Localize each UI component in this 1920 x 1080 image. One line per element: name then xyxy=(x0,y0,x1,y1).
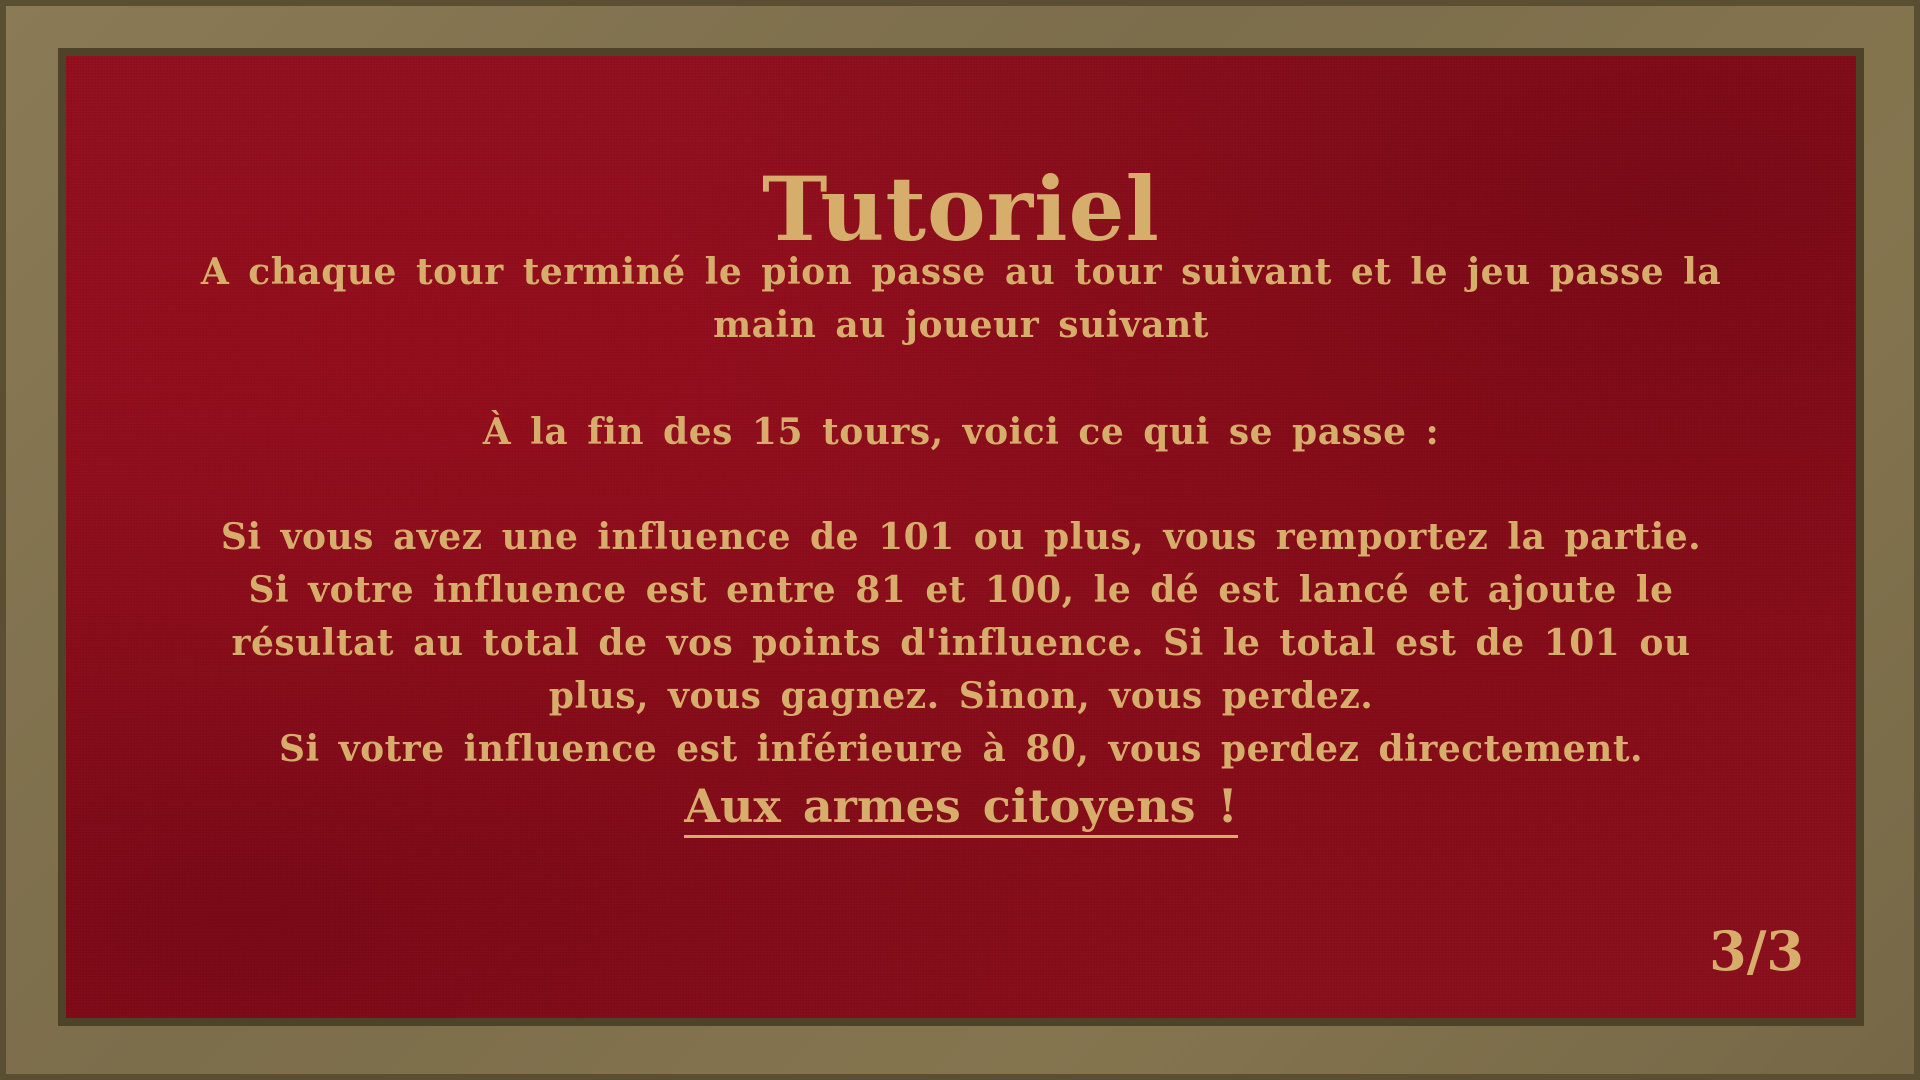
rule-lose-text: Si votre influence est inférieure à 80, … xyxy=(278,728,1644,770)
rule-dice-text: Si votre influence est entre 81 et 100, … xyxy=(231,569,1691,717)
end-of-game-intro-text: À la fin des 15 tours, voici ce qui se p… xyxy=(482,411,1440,453)
tutorial-panel: Tutoriel A chaque tour terminé le pion p… xyxy=(66,56,1856,1018)
turn-explanation-text: A chaque tour terminé le pion passe au t… xyxy=(200,251,1722,346)
page-indicator: 3/3 xyxy=(1709,919,1804,983)
cta-container: Aux armes citoyens ! xyxy=(66,776,1856,838)
start-game-link[interactable]: Aux armes citoyens ! xyxy=(684,779,1238,838)
rule-win-text: Si vous avez une influence de 101 ou plu… xyxy=(220,516,1702,558)
rules-block: Si vous avez une influence de 101 ou plu… xyxy=(186,511,1736,776)
